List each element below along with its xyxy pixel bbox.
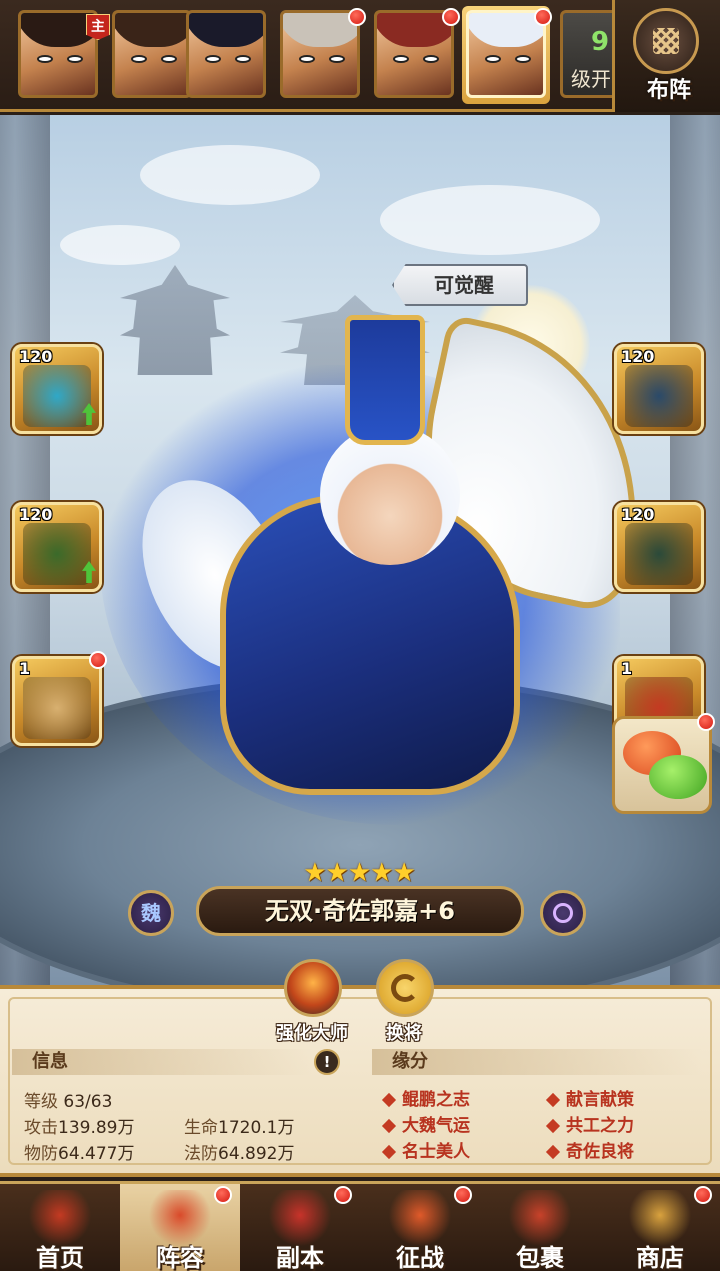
hero-slot[interactable]: 主 (14, 6, 110, 104)
notification-dot (89, 651, 107, 669)
stat-hp: 生命1720.1万 (184, 1118, 295, 1138)
equipment-slot-left[interactable]: 120 (12, 502, 102, 592)
info-section-title: 信息 (12, 1049, 312, 1075)
equipment-slot-right[interactable]: 120 (614, 502, 704, 592)
nav-label: 首页 (36, 1244, 84, 1271)
bond-item[interactable]: 名士美人 (381, 1137, 470, 1162)
info-detail-button[interactable]: ! (314, 1049, 340, 1075)
hero-stage (0, 115, 720, 985)
notification-dot (442, 8, 460, 26)
nav-label: 阵容 (156, 1244, 204, 1271)
nav-item[interactable]: 征战 (360, 1184, 480, 1271)
notification-dot (214, 1186, 232, 1204)
stat-physical-def: 物防64.477万 (24, 1144, 135, 1164)
notification-dot (697, 713, 715, 731)
swap-hero-button[interactable]: 换将 (356, 959, 452, 1057)
bond-item[interactable]: 奇佐良将 (545, 1137, 634, 1162)
nav-item[interactable]: 首页 (0, 1184, 120, 1271)
stat-attack: 攻击139.89万 (24, 1118, 135, 1138)
nav-label: 商店 (636, 1244, 684, 1271)
equipment-slot-right[interactable]: 120 (614, 344, 704, 434)
nav-item[interactable]: 副本 (240, 1184, 360, 1271)
hero-slot[interactable] (462, 6, 552, 104)
hero-roster-bar: 主 9 级开 布阵 (0, 0, 720, 112)
forge-master-label: 强化大师 (276, 1023, 348, 1044)
stat-magic-def: 法防64.892万 (184, 1144, 295, 1164)
nav-label: 副本 (276, 1244, 324, 1271)
hero-slot[interactable] (276, 6, 366, 104)
hero-info-panel: 强化大师 换将 信息 ! 等级 63/63 攻击139.89万 生命1720.1… (0, 959, 720, 1177)
cloud-decoration (380, 185, 600, 255)
scroll-icon (23, 677, 91, 739)
swap-hero-label: 换将 (386, 1023, 422, 1044)
equipment-level: 120 (19, 347, 53, 366)
formation-icon (633, 8, 699, 74)
nav-label: 征战 (396, 1244, 444, 1271)
nav-label: 包裹 (516, 1244, 564, 1271)
notification-dot (534, 8, 552, 26)
hero-portrait (186, 10, 266, 98)
bottom-nav: 首页 阵容 副本 征战 包裹 商店 (0, 1181, 720, 1271)
hero-portrait (374, 10, 454, 98)
notification-dot (334, 1186, 352, 1204)
equipment-level: 1 (19, 659, 31, 678)
hero-portrait (280, 10, 360, 98)
bond-item[interactable]: 大魏气运 (381, 1111, 470, 1136)
formation-button[interactable]: 布阵 (612, 0, 720, 112)
notification-dot (348, 8, 366, 26)
hero-slot[interactable] (370, 6, 460, 104)
stat-level: 等级 63/63 (24, 1092, 113, 1112)
equipment-level: 120 (19, 505, 53, 524)
notification-dot (694, 1186, 712, 1204)
cloud-decoration (140, 145, 320, 205)
helmet-icon (625, 365, 693, 427)
hero-slot[interactable] (182, 6, 270, 104)
bond-item[interactable]: 共工之力 (545, 1111, 634, 1136)
equipment-slot-left[interactable]: 120 (12, 344, 102, 434)
notification-dot (454, 1186, 472, 1204)
cloud-decoration (60, 225, 180, 265)
chat-bubble-icon (649, 755, 707, 799)
share-button[interactable] (540, 890, 586, 936)
equipment-level: 120 (621, 347, 655, 366)
bonds-section-title: 缘分 (372, 1049, 702, 1075)
faction-badge: 魏 (128, 890, 174, 936)
bond-item[interactable]: 鲲鹏之志 (381, 1085, 470, 1110)
anvil-icon (284, 959, 342, 1017)
nav-item[interactable]: 阵容 (120, 1184, 240, 1271)
hero-illustration[interactable] (90, 275, 675, 835)
level-unlock-text: 级开 (571, 67, 611, 91)
forge-master-button[interactable]: 强化大师 (264, 959, 360, 1057)
crown-icon (23, 523, 91, 585)
awaken-tag[interactable]: 可觉醒 (392, 264, 528, 306)
hero-portrait (466, 10, 546, 98)
formation-label: 布阵 (646, 78, 691, 103)
share-icon (553, 903, 573, 923)
armor-icon (625, 523, 693, 585)
star-rating: ★★★★★ (303, 858, 416, 888)
main-hero-tag: 主 (86, 14, 110, 40)
level-unlock-number: 9 (591, 27, 610, 57)
equipment-level: 1 (621, 659, 633, 678)
nav-item[interactable]: 包裹 (480, 1184, 600, 1271)
equipment-level: 120 (621, 505, 655, 524)
level-unlock-badge[interactable]: 9 级开 (560, 10, 620, 98)
equipment-slot-left[interactable]: 1 (12, 651, 107, 746)
bond-item[interactable]: 献言献策 (545, 1085, 634, 1110)
swap-icon (376, 959, 434, 1017)
hero-portrait (112, 10, 192, 98)
nav-item[interactable]: 商店 (600, 1184, 720, 1271)
hero-name-plate: 无双·奇佐郭嘉+6 (196, 886, 524, 936)
blade-icon (23, 365, 91, 427)
chat-button[interactable] (612, 713, 715, 814)
